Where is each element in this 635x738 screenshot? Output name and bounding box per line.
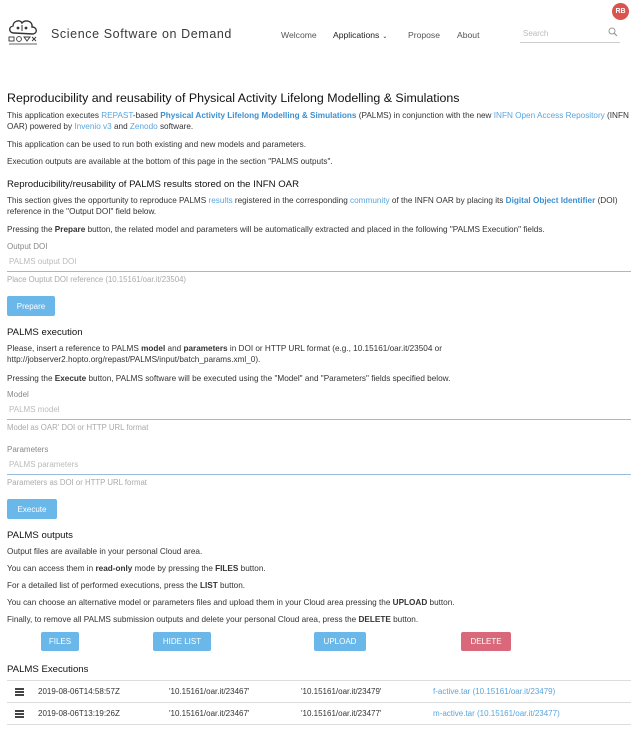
community-link[interactable]: community <box>350 196 390 205</box>
nav-about[interactable]: About <box>457 30 479 40</box>
reproduce-text: This section gives the opportunity to re… <box>7 196 209 205</box>
invenio-link[interactable]: Invenio v3 <box>74 122 111 131</box>
execute-text: Pressing the <box>7 374 55 383</box>
list-icon[interactable] <box>15 688 24 696</box>
files-button[interactable]: FILES <box>41 632 79 651</box>
nav-propose[interactable]: Propose <box>408 30 440 40</box>
outputs-heading: PALMS outputs <box>7 530 73 541</box>
outputs-text: mode by pressing the <box>132 564 216 573</box>
reproduce-text: of the INFN OAR by placing its <box>389 196 506 205</box>
outputs-text: You can choose an alternative model or p… <box>7 598 393 607</box>
execute-bold: Execute <box>54 374 87 383</box>
files-bold: FILES <box>215 564 239 573</box>
parameters-bold: parameters <box>183 344 228 353</box>
model-input[interactable] <box>7 400 631 420</box>
reproduce-heading: Reproducibility/reusability of PALMS res… <box>7 179 300 190</box>
execution-text: Please, insert a reference to PALMS <box>7 344 142 353</box>
parameters-label: Parameters <box>7 445 49 454</box>
execution-file-link[interactable]: f-active.tar (10.15161/oar.it/23479) <box>433 687 555 696</box>
intro-paragraph: This application executes REPAST-based P… <box>7 110 631 132</box>
parameters-help: Parameters as DOI or HTTP URL format <box>7 478 147 487</box>
zenodo-link[interactable]: Zenodo <box>130 122 158 131</box>
intro-text: and <box>111 122 130 131</box>
doi-link[interactable]: Digital Object Identifier <box>506 196 596 205</box>
executions-heading: PALMS Executions <box>7 664 89 675</box>
execution-date: 2019-08-06T13:19:26Z <box>38 709 120 718</box>
delete-button[interactable]: DELETE <box>461 632 511 651</box>
intro-paragraph-2: This application can be used to run both… <box>7 140 307 149</box>
model-bold: model <box>141 344 166 353</box>
outputs-paragraph-3: For a detailed list of performed executi… <box>7 580 245 591</box>
cloud-logo-icon[interactable] <box>6 17 40 51</box>
outputs-text: For a detailed list of performed executi… <box>7 581 200 590</box>
execution-model: '10.15161/oar.it/23467' <box>169 709 250 718</box>
prepare-button[interactable]: Prepare <box>7 296 55 316</box>
model-help: Model as OAR' DOI or HTTP URL format <box>7 423 149 432</box>
output-doi-input[interactable] <box>7 252 631 272</box>
results-link[interactable]: results <box>208 196 232 205</box>
intro-text: software. <box>157 122 194 131</box>
execution-file-link[interactable]: m-active.tar (10.15161/oar.it/23477) <box>433 709 560 718</box>
avatar[interactable]: RB <box>612 3 629 20</box>
search-input[interactable] <box>520 25 604 41</box>
chevron-down-icon: ⌄ <box>382 34 388 40</box>
prepare-bold: Prepare <box>54 225 86 234</box>
outputs-text: You can access them in <box>7 564 96 573</box>
execution-model: '10.15161/oar.it/23467' <box>169 687 250 696</box>
execute-text: button, PALMS software will be executed … <box>86 374 451 383</box>
repast-link[interactable]: REPAST <box>101 111 133 120</box>
execution-params: '10.15161/oar.it/23477' <box>301 709 382 718</box>
outputs-text: button. <box>390 615 419 624</box>
parameters-input[interactable] <box>7 455 631 475</box>
list-icon[interactable] <box>15 710 24 718</box>
upload-bold: UPLOAD <box>392 598 428 607</box>
table-row: 2019-08-06T13:19:26Z '10.15161/oar.it/23… <box>7 703 631 725</box>
execution-text: and <box>165 344 184 353</box>
execution-params: '10.15161/oar.it/23479' <box>301 687 382 696</box>
outputs-paragraph-5: Finally, to remove all PALMS submission … <box>7 614 418 625</box>
intro-text: This application executes <box>7 111 102 120</box>
execution-heading: PALMS execution <box>7 327 83 338</box>
execute-instructions: Pressing the Execute button, PALMS softw… <box>7 373 450 384</box>
navbar: Science Software on Demand Welcome Appli… <box>0 0 635 64</box>
nav-welcome[interactable]: Welcome <box>281 30 317 40</box>
outputs-paragraph-4: You can choose an alternative model or p… <box>7 597 455 608</box>
prepare-text: Pressing the <box>7 225 55 234</box>
brand-title[interactable]: Science Software on Demand <box>51 27 232 41</box>
output-doi-help: Place Ouptut DOI reference (10.15161/oar… <box>7 275 187 284</box>
outputs-paragraph-1: Output files are available in your perso… <box>7 547 203 556</box>
outputs-paragraph-2: You can access them in read-only mode by… <box>7 563 266 574</box>
page-title: Reproducibility and reusability of Physi… <box>7 91 460 105</box>
upload-button[interactable]: UPLOAD <box>314 632 366 651</box>
outputs-text: button. <box>238 564 266 573</box>
nav-applications-label: Applications <box>333 30 380 40</box>
output-doi-label: Output DOI <box>7 242 48 251</box>
prepare-text: button, the related model and parameters… <box>85 225 545 234</box>
execution-date: 2019-08-06T14:58:57Z <box>38 687 120 696</box>
execute-button[interactable]: Execute <box>7 499 57 519</box>
table-row: 2019-08-06T14:58:57Z '10.15161/oar.it/23… <box>7 681 631 703</box>
reproduce-paragraph: This section gives the opportunity to re… <box>7 195 631 217</box>
infn-oar-link[interactable]: INFN Open Access Repository <box>494 111 605 120</box>
list-bold: LIST <box>199 581 218 590</box>
reproduce-text: registered in the corresponding <box>232 196 351 205</box>
executions-table: 2019-08-06T14:58:57Z '10.15161/oar.it/23… <box>7 680 631 725</box>
model-label: Model <box>7 390 29 399</box>
execution-paragraph: Please, insert a reference to PALMS mode… <box>7 343 567 365</box>
outputs-text: button. <box>217 581 246 590</box>
search-icon[interactable] <box>608 27 618 37</box>
intro-paragraph-3: Execution outputs are available at the b… <box>7 157 333 166</box>
outputs-text: Finally, to remove all PALMS submission … <box>7 615 359 624</box>
palms-link[interactable]: Physical Activity Lifelong Modelling & S… <box>160 111 356 120</box>
delete-bold: DELETE <box>358 615 391 624</box>
search-box <box>520 25 620 43</box>
read-only-bold: read-only <box>95 564 133 573</box>
nav-applications[interactable]: Applications ⌄ <box>333 30 387 40</box>
intro-text: (PALMS) in conjunction with the new <box>356 111 494 120</box>
intro-text: -based <box>132 111 161 120</box>
outputs-text: button. <box>427 598 455 607</box>
hide-list-button[interactable]: HIDE LIST <box>153 632 211 651</box>
prepare-instructions: Pressing the Prepare button, the related… <box>7 224 545 235</box>
